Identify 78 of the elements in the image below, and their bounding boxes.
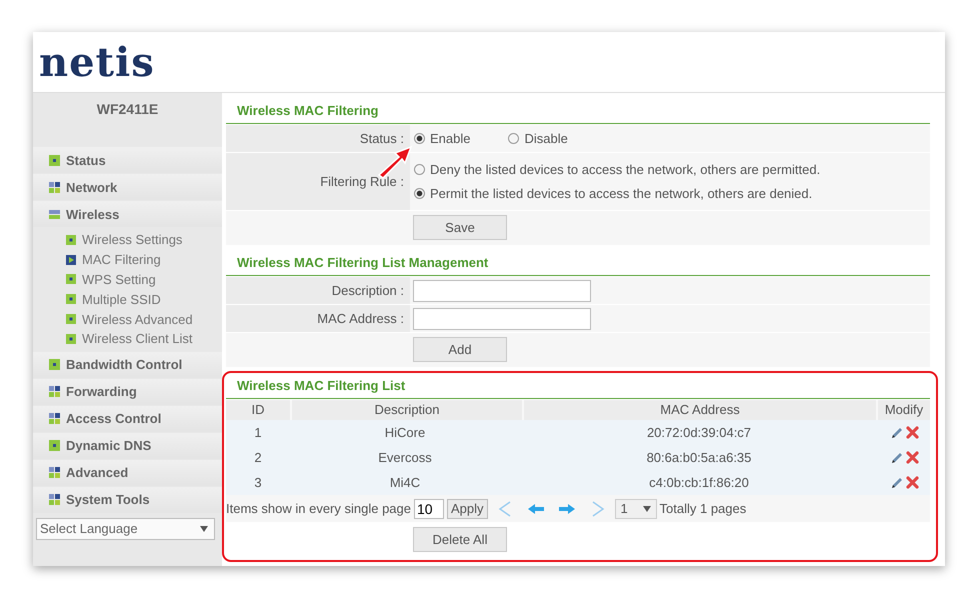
expanded-icon [49,208,60,220]
submenu-item[interactable]: WPS Setting [66,270,222,290]
table-cell-text: 80:6a:b0:5a:a6:35 [646,448,752,466]
caret-icon [642,506,651,512]
sidebar-item[interactable]: Wireless [33,201,222,227]
caret-icon [200,526,208,532]
radio-button[interactable] [414,164,425,175]
edit-icon[interactable] [890,476,904,490]
sidebar-item[interactable]: Dynamic DNS [33,432,222,459]
grid-icon [49,386,60,398]
page-total: Totally 1 pages [660,501,746,516]
table-cell-text: c4:0b:cb:1f:86:20 [648,474,750,492]
submenu-item[interactable]: Wireless Settings [66,230,222,250]
delete-icon[interactable] [906,451,918,464]
model-name: WF2411E [96,100,160,119]
per-page-label: Items show in every single page [226,501,411,516]
table-cell-text: 2 [253,448,263,466]
page-icon [49,359,60,370]
sidebar-item[interactable]: System Tools [33,486,222,513]
grid-icon [49,182,60,192]
page-icon [49,440,60,452]
apply-button[interactable]: Apply [446,498,488,518]
submenu-item[interactable]: MAC Filtering [66,250,222,270]
delete-icon[interactable] [906,426,918,439]
input-field[interactable] [413,308,591,330]
delete-icon[interactable] [906,476,918,489]
field-label: MAC Address : [226,305,410,332]
submenu-item[interactable]: Wireless Advanced [66,309,222,329]
language-select[interactable]: Select Language [36,518,215,540]
netis-logo: netis [39,38,155,86]
radio-button[interactable] [414,188,425,199]
section-title: Wireless MAC Filtering [226,98,930,124]
field-label: Description : [226,277,410,304]
page-icon [66,314,76,324]
field-label: Status : [226,125,410,152]
radio-option[interactable]: Deny the listed devices to access the network, others are permitted. [414,162,820,177]
section-title: Wireless MAC Filtering List [226,373,930,399]
grid-icon [49,413,60,424]
page-select[interactable]: 1 [614,498,657,518]
table-cell-text: 1 [253,424,263,442]
sidebar-item[interactable]: Access Control [33,406,222,432]
grid-icon [49,467,60,478]
sidebar-item[interactable]: Status [33,147,222,173]
input-field[interactable] [413,280,591,302]
table-cell-text: 20:72:0d:39:04:c7 [646,424,752,442]
edit-icon[interactable] [890,426,904,440]
table-cell-text: 3 [253,474,263,492]
add-button[interactable]: Add [413,337,507,362]
sidebar-item[interactable]: Advanced [33,460,222,486]
submenu-item[interactable]: Wireless Client List [66,328,222,349]
column-header: ID [250,401,266,419]
page-icon [49,154,60,166]
page-icon [66,334,76,344]
page-icon [66,274,76,284]
sidebar-item[interactable]: Network [33,174,222,200]
arrow-right-icon[interactable] [558,502,576,514]
radio-option[interactable]: Disable [508,131,568,146]
sidebar-item[interactable]: Bandwidth Control [33,352,222,378]
radio-option[interactable]: Permit the listed devices to access the network, others are denied. [414,186,812,201]
table-cell-text: Mi4C [388,474,422,492]
arrow-left-icon[interactable] [526,502,545,514]
play-icon [66,254,76,265]
sidebar-item[interactable]: Forwarding [33,378,222,405]
section-title: Wireless MAC Filtering List Management [226,250,930,276]
field-label: Filtering Rule : [226,153,410,210]
delete-all-button[interactable]: Delete All [413,527,507,552]
page-icon [66,294,76,304]
save-button[interactable]: Save [413,215,507,240]
radio-button[interactable] [508,133,520,144]
page-icon [66,234,76,245]
per-page-field[interactable]: 10 [414,498,444,518]
edit-icon[interactable] [890,450,904,464]
radio-button[interactable] [414,133,425,144]
submenu-item[interactable]: Multiple SSID [66,289,222,310]
table-cell-text: Evercoss [377,448,433,466]
table-cell-text: HiCore [384,424,426,442]
grid-icon [49,494,60,506]
radio-option[interactable]: Enable [414,131,470,146]
